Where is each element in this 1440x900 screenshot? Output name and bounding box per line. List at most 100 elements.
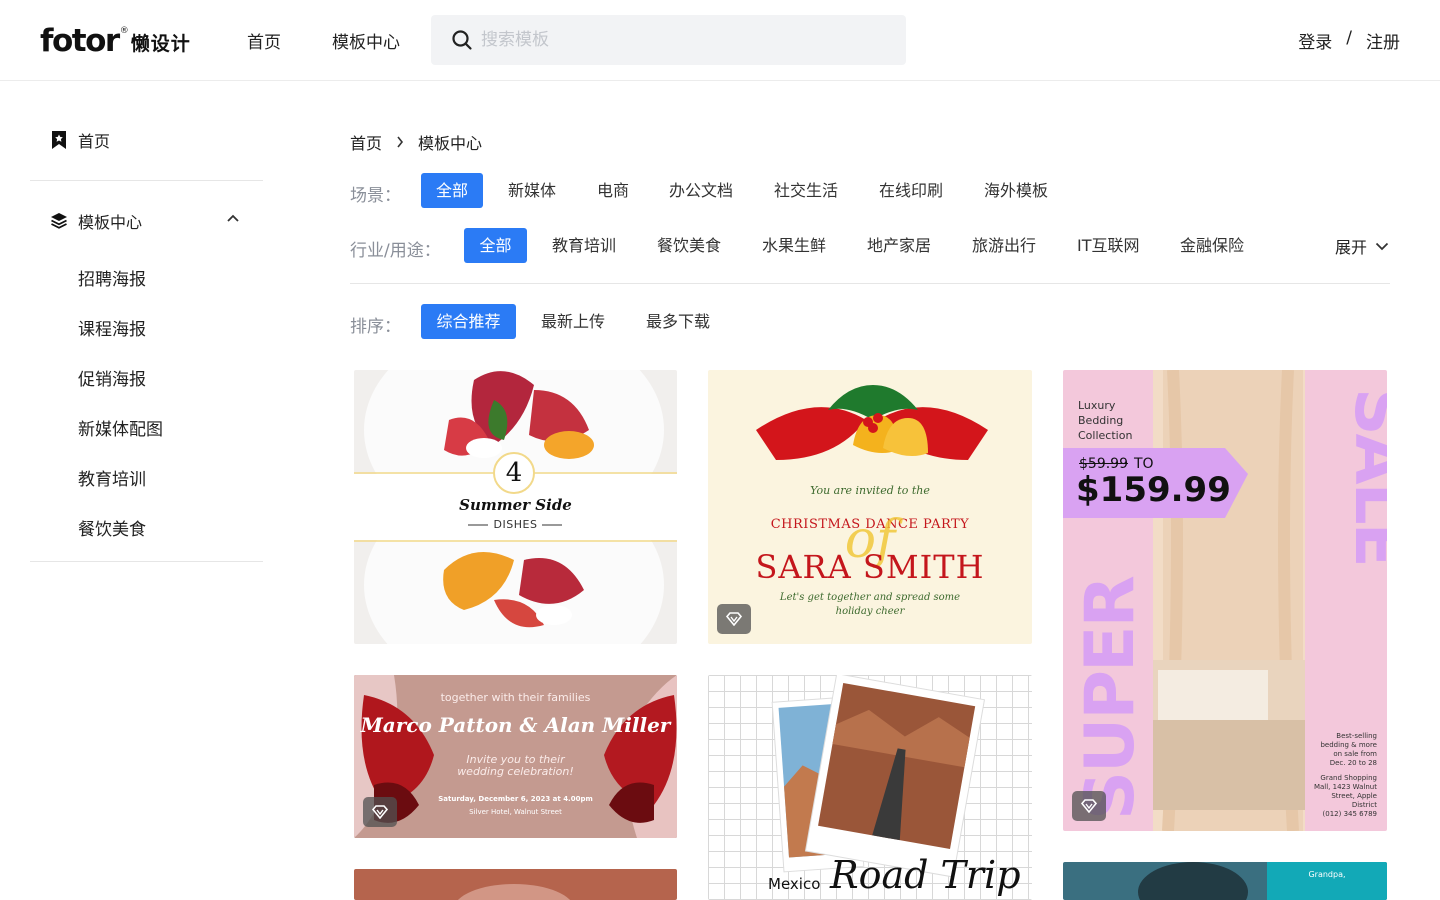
logo-text: fotor bbox=[40, 23, 120, 59]
sidebar-group-label: 模板中心 bbox=[78, 213, 143, 232]
sale-info-line: on sale from bbox=[1333, 750, 1377, 758]
industry-chip-food[interactable]: 餐饮美食 bbox=[657, 228, 721, 263]
scene-chip-office[interactable]: 办公文档 bbox=[669, 173, 733, 208]
sale-info-line: Dec. 20 to 28 bbox=[1329, 759, 1377, 767]
template-card-super-sale[interactable]: Luxury Bedding Collection $59.99 TO $159… bbox=[1063, 370, 1387, 831]
sidebar-item-education[interactable]: 教育培训 bbox=[78, 465, 146, 490]
sale-info-line: Best-selling bbox=[1336, 732, 1377, 740]
template-card-summer-dishes[interactable]: 4 Summer Side DISHES bbox=[354, 370, 677, 644]
template-card-wedding-invitation[interactable]: together with their families Marco Patto… bbox=[354, 675, 677, 838]
sidebar-item-promo-poster[interactable]: 促销海报 bbox=[78, 365, 146, 390]
nav-home[interactable]: 首页 bbox=[247, 28, 281, 53]
sale-word: SALE bbox=[1340, 388, 1387, 566]
search-bar[interactable] bbox=[431, 15, 906, 65]
christmas-invited: You are invited to the bbox=[810, 484, 930, 497]
template-card-partial[interactable] bbox=[354, 869, 677, 900]
logo-chinese: 懒设计 bbox=[130, 33, 191, 55]
auth-links: 登录 / 注册 bbox=[1298, 28, 1400, 53]
scene-chip-social[interactable]: 社交生活 bbox=[774, 173, 838, 208]
search-input[interactable] bbox=[481, 15, 891, 65]
register-link[interactable]: 注册 bbox=[1366, 28, 1400, 53]
login-link[interactable]: 登录 bbox=[1298, 28, 1332, 53]
sidebar-item-food[interactable]: 餐饮美食 bbox=[78, 515, 146, 540]
premium-badge bbox=[1072, 791, 1106, 821]
super-word: SUPER bbox=[1071, 577, 1150, 820]
sale-luxury-line: Bedding bbox=[1078, 414, 1124, 427]
sidebar-item-course-poster[interactable]: 课程海报 bbox=[78, 315, 146, 340]
diamond-icon bbox=[372, 805, 388, 819]
scene-label: 场景： bbox=[350, 186, 401, 206]
summer-title: Summer Side bbox=[459, 496, 572, 514]
template-card-road-trip[interactable]: Mexico Road Trip bbox=[708, 675, 1032, 900]
template-card-christmas-party[interactable]: You are invited to the CHRISTMAS DANCE P… bbox=[708, 370, 1032, 644]
industry-chip-fruit[interactable]: 水果生鲜 bbox=[762, 228, 826, 263]
fotor-logo[interactable]: fotor ® 懒设计 bbox=[40, 22, 191, 58]
sale-info-text: Best-selling bedding & more on sale from… bbox=[1320, 732, 1377, 768]
sort-label: 排序： bbox=[350, 317, 401, 337]
layers-icon bbox=[51, 213, 67, 229]
top-header: fotor ® 懒设计 首页 模板中心 登录 / 注册 bbox=[0, 0, 1440, 81]
scene-chip-ecommerce[interactable]: 电商 bbox=[597, 173, 629, 208]
sidebar-item-recruit-poster[interactable]: 招聘海报 bbox=[78, 265, 146, 290]
sale-address-text: Grand Shopping Mall, 1423 Walnut Street,… bbox=[1314, 774, 1377, 819]
breadcrumb-template-center[interactable]: 模板中心 bbox=[418, 130, 482, 154]
industry-chip-realestate[interactable]: 地产家居 bbox=[867, 228, 931, 263]
grandpa-artwork bbox=[1138, 862, 1387, 900]
summer-subtitle: DISHES bbox=[493, 518, 538, 531]
sidebar-item-home[interactable]: 首页 bbox=[50, 128, 110, 152]
partial-card-artwork bbox=[458, 884, 570, 900]
christmas-line2: holiday cheer bbox=[835, 606, 905, 617]
sale-luxury-line: Collection bbox=[1078, 429, 1133, 442]
sort-chip-latest[interactable]: 最新上传 bbox=[541, 304, 605, 339]
industry-label: 行业/用途： bbox=[350, 241, 441, 261]
sale-luxury-text: Luxury Bedding Collection bbox=[1078, 398, 1132, 443]
sale-new-price: $159.99 bbox=[1076, 470, 1231, 510]
sidebar-divider bbox=[30, 561, 263, 562]
sidebar-group-template-center[interactable]: 模板中心 bbox=[50, 209, 240, 233]
premium-badge bbox=[717, 604, 751, 634]
sort-chip-recommended[interactable]: 综合推荐 bbox=[421, 304, 516, 339]
diamond-icon bbox=[1081, 799, 1097, 813]
sale-address-line: Grand Shopping bbox=[1320, 774, 1377, 782]
industry-chip-finance[interactable]: 金融保险 bbox=[1180, 228, 1244, 263]
sort-chip-downloads[interactable]: 最多下载 bbox=[646, 304, 710, 339]
scene-chip-all[interactable]: 全部 bbox=[421, 173, 483, 208]
christmas-line1: Let's get together and spread some bbox=[779, 592, 961, 603]
summer-number: 4 bbox=[505, 458, 523, 488]
breadcrumb-home[interactable]: 首页 bbox=[350, 130, 382, 154]
wedding-top-text: together with their families bbox=[440, 691, 591, 704]
sidebar-home-label: 首页 bbox=[78, 132, 111, 151]
filter-divider bbox=[350, 283, 1390, 284]
christmas-name: SARA SMITH bbox=[755, 548, 985, 586]
chevron-up-icon[interactable] bbox=[226, 213, 240, 223]
sidebar-item-new-media[interactable]: 新媒体配图 bbox=[78, 415, 163, 440]
template-card-grandpa[interactable]: Grandpa, bbox=[1063, 862, 1387, 900]
industry-chip-education[interactable]: 教育培训 bbox=[552, 228, 616, 263]
nav-template-center[interactable]: 模板中心 bbox=[332, 28, 400, 53]
search-icon[interactable] bbox=[451, 29, 473, 51]
wedding-date: Saturday, December 6, 2023 at 4.00pm bbox=[438, 795, 593, 803]
logo-registered-mark: ® bbox=[119, 26, 129, 36]
scene-chip-print[interactable]: 在线印刷 bbox=[879, 173, 943, 208]
industry-chip-it[interactable]: IT互联网 bbox=[1077, 228, 1140, 263]
grandpa-text: Grandpa, bbox=[1308, 870, 1346, 879]
sale-address-line: Mall, 1423 Walnut bbox=[1313, 783, 1377, 791]
bookmark-icon bbox=[52, 131, 66, 149]
sale-info-line: bedding & more bbox=[1320, 741, 1377, 749]
industry-chip-travel[interactable]: 旅游出行 bbox=[972, 228, 1036, 263]
expand-button[interactable]: 展开 bbox=[1335, 234, 1389, 258]
sale-address-line: District bbox=[1351, 801, 1377, 809]
auth-separator: / bbox=[1346, 28, 1352, 48]
scene-chip-overseas[interactable]: 海外模板 bbox=[984, 173, 1048, 208]
breadcrumb: 首页 模板中心 bbox=[350, 130, 482, 154]
wedding-invite-line2: wedding celebration! bbox=[457, 765, 574, 778]
wedding-names: Marco Patton & Alan Miller bbox=[360, 713, 671, 737]
roadtrip-mexico: Mexico bbox=[768, 875, 821, 893]
industry-chip-all[interactable]: 全部 bbox=[464, 228, 527, 263]
chevron-down-icon bbox=[1375, 242, 1389, 250]
expand-label: 展开 bbox=[1335, 238, 1368, 257]
scene-chip-new-media[interactable]: 新媒体 bbox=[508, 173, 556, 208]
wedding-place: Silver Hotel, Walnut Street bbox=[469, 808, 562, 816]
premium-badge bbox=[363, 797, 397, 827]
sale-address-line: (012) 345 6789 bbox=[1322, 810, 1377, 818]
